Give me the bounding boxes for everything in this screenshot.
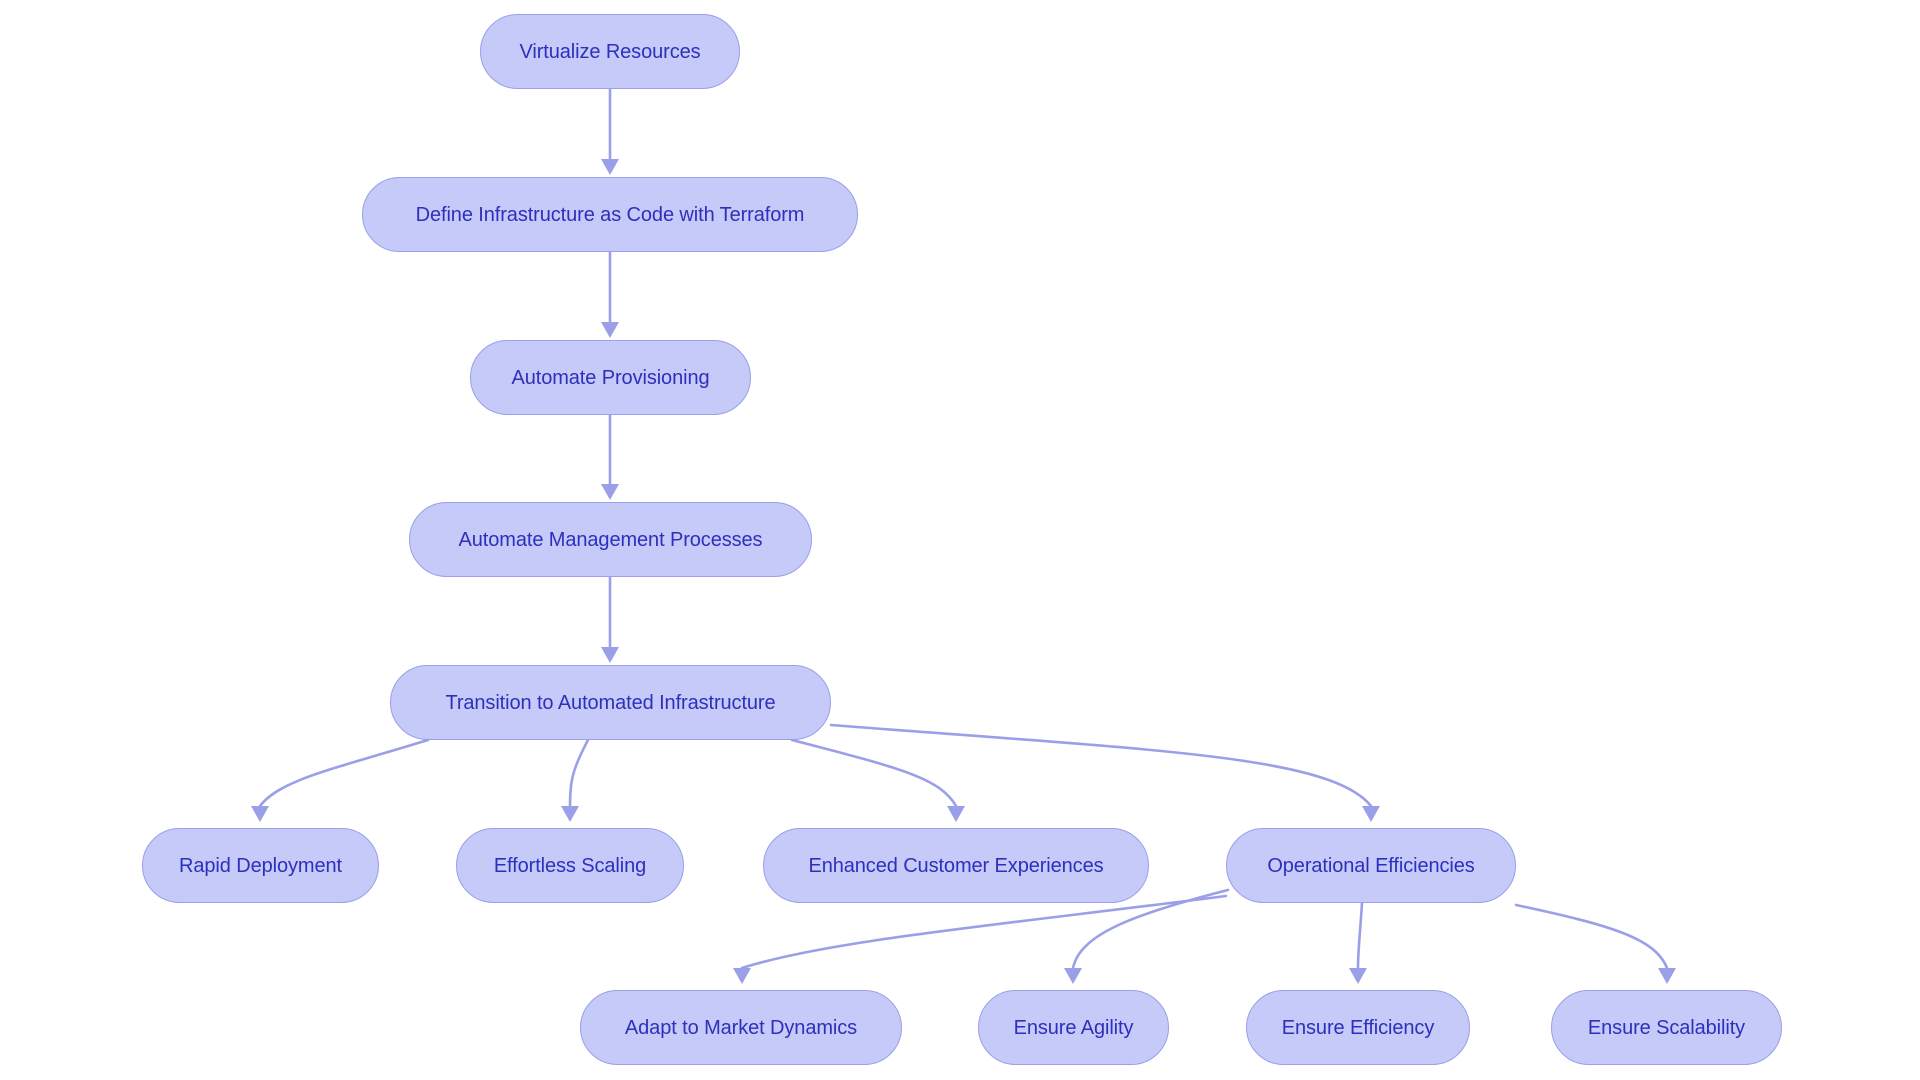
edge-layer [251,87,1676,984]
flow-edge-transition-to-rapid [251,738,430,822]
edge-arrowhead [251,806,269,822]
flow-node-provisioning[interactable]: Automate Provisioning [470,340,751,415]
flow-edge-operational-to-agility [1064,888,1230,984]
flow-node-label: Effortless Scaling [493,854,647,877]
flow-edge-provisioning-to-management [601,413,619,500]
flow-edge-operational-to-scalability [1514,903,1676,984]
flow-node-terraform[interactable]: Define Infrastructure as Code with Terra… [362,177,858,252]
flow-edge-virtualize-to-terraform [601,87,619,175]
edge-arrowhead [601,159,619,175]
edge-arrowhead [1349,968,1367,984]
edge-arrowhead [601,484,619,500]
flow-node-virtualize[interactable]: Virtualize Resources [480,14,740,89]
flow-edge-management-to-transition [601,575,619,663]
flow-node-efficiency[interactable]: Ensure Efficiency [1246,990,1470,1065]
flow-node-market[interactable]: Adapt to Market Dynamics [580,990,902,1065]
flow-node-management[interactable]: Automate Management Processes [409,502,812,577]
flowchart-canvas: Virtualize Resources Define Infrastructur… [0,0,1920,1080]
edge-arrowhead [1658,968,1676,984]
flow-node-operational[interactable]: Operational Efficiencies [1226,828,1516,903]
flow-edge-operational-to-efficiency [1349,901,1367,984]
edge-arrowhead [601,322,619,338]
flow-node-label: Ensure Efficiency [1281,1016,1435,1039]
flow-edge-transition-to-customer [790,738,965,822]
flow-node-label: Define Infrastructure as Code with Terra… [415,203,805,226]
flow-node-scaling[interactable]: Effortless Scaling [456,828,684,903]
edge-arrowhead [561,806,579,822]
edge-arrowhead [1362,806,1380,822]
flow-node-transition[interactable]: Transition to Automated Infrastructure [390,665,831,740]
edge-arrowhead [601,647,619,663]
flow-node-label: Virtualize Resources [519,40,701,63]
flow-node-label: Rapid Deployment [179,854,342,877]
flow-edge-transition-to-scaling [561,738,590,822]
flow-node-scalability[interactable]: Ensure Scalability [1551,990,1782,1065]
flow-node-label: Adapt to Market Dynamics [624,1016,858,1039]
edge-arrowhead [1064,968,1082,984]
edge-arrowhead [733,968,751,984]
flow-edge-operational-to-market [733,894,1228,984]
flow-node-customer[interactable]: Enhanced Customer Experiences [763,828,1149,903]
flow-node-label: Operational Efficiencies [1267,854,1475,877]
flow-node-rapid[interactable]: Rapid Deployment [142,828,379,903]
flow-node-label: Ensure Scalability [1587,1016,1746,1039]
flow-node-label: Enhanced Customer Experiences [808,854,1104,877]
flow-edge-transition-to-operational [829,723,1380,822]
edge-arrowhead [947,806,965,822]
flow-edge-terraform-to-provisioning [601,250,619,338]
flow-node-label: Automate Management Processes [458,528,763,551]
flow-node-label: Automate Provisioning [511,366,710,389]
flow-node-agility[interactable]: Ensure Agility [978,990,1169,1065]
flow-node-label: Ensure Agility [1013,1016,1134,1039]
flow-node-label: Transition to Automated Infrastructure [445,691,776,714]
